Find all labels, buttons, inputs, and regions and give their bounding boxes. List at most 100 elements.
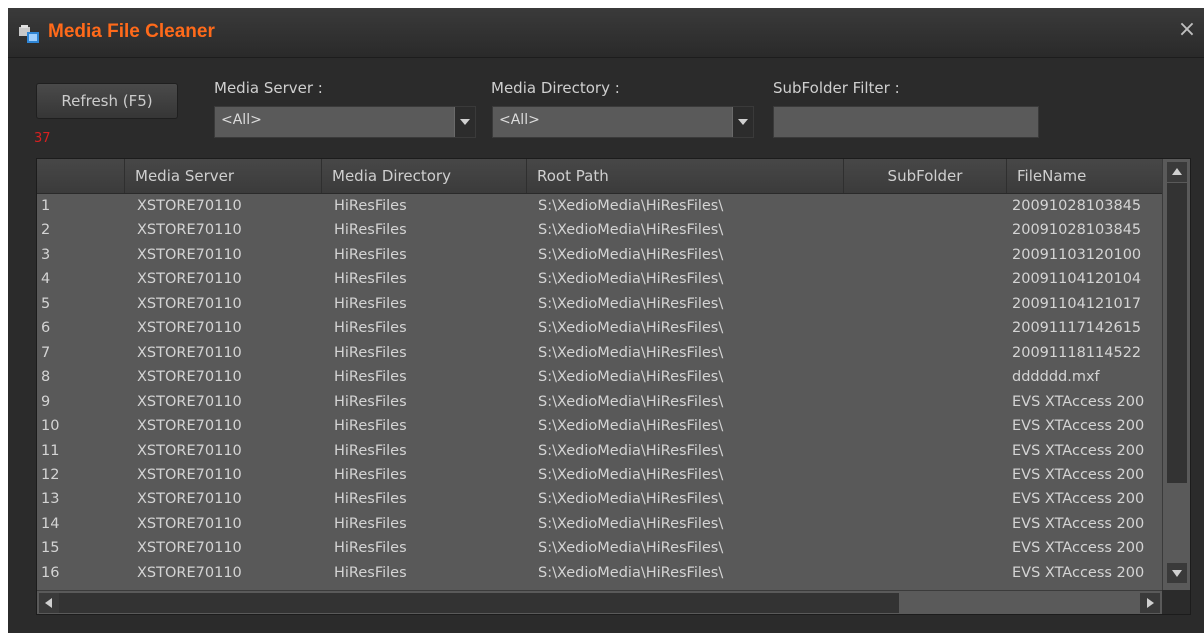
cell-media-server: XSTORE70110 xyxy=(137,271,242,288)
cell-filename: EVS XTAccess 200 xyxy=(1012,442,1145,459)
cell-filename: 20091104120104 xyxy=(1012,271,1142,288)
column-header-filename[interactable]: FileName xyxy=(1007,159,1162,193)
cell-root-path: S:\XedioMedia\HiResFiles\ xyxy=(538,515,724,532)
column-header-media-directory[interactable]: Media Directory xyxy=(322,159,527,193)
cell-root-path: S:\XedioMedia\HiResFiles\ xyxy=(538,442,724,459)
table-row[interactable]: 7 XSTORE70110 HiResFiles S:\XedioMedia\HiRe… xyxy=(37,341,1162,365)
cell-media-server: XSTORE70110 xyxy=(137,564,242,581)
table-row[interactable]: 12 XSTORE70110 HiResFiles S:\XedioMedia\HiR… xyxy=(37,463,1162,487)
cell-subfolder xyxy=(849,341,999,365)
row-number: 6 xyxy=(41,320,51,337)
cell-filename: EVS XTAccess 200 xyxy=(1012,418,1145,435)
cell-media-server: XSTORE70110 xyxy=(137,369,242,386)
table-row[interactable]: 14 XSTORE70110 HiResFiles S:\XedioMedia\HiR… xyxy=(37,512,1162,536)
table-row[interactable]: 10 XSTORE70110 HiResFiles S:\XedioMedia\HiR… xyxy=(37,414,1162,438)
cell-media-directory: HiResFiles xyxy=(334,271,407,288)
cell-media-server: XSTORE70110 xyxy=(137,320,242,337)
column-header-media-server[interactable]: Media Server xyxy=(125,159,322,193)
cell-media-directory: HiResFiles xyxy=(334,442,407,459)
media-directory-label: Media Directory : xyxy=(491,79,620,97)
cell-subfolder xyxy=(849,414,999,438)
cell-root-path: S:\XedioMedia\HiResFiles\ xyxy=(538,540,724,557)
cell-media-directory: HiResFiles xyxy=(334,344,407,361)
cell-subfolder xyxy=(849,512,999,536)
horizontal-scrollbar[interactable] xyxy=(37,590,1162,614)
cell-subfolder xyxy=(849,267,999,291)
refresh-button[interactable]: Refresh (F5) xyxy=(36,83,178,119)
table-row[interactable]: 4 XSTORE70110 HiResFiles S:\XedioMedia\HiRe… xyxy=(37,267,1162,291)
cell-root-path: S:\XedioMedia\HiResFiles\ xyxy=(538,564,724,581)
column-header-row-number[interactable] xyxy=(37,159,125,193)
cell-root-path: S:\XedioMedia\HiResFiles\ xyxy=(538,393,724,410)
chevron-down-icon[interactable] xyxy=(454,107,475,137)
table-row[interactable]: 13 XSTORE70110 HiResFiles S:\XedioMedia\HiR… xyxy=(37,487,1162,511)
cell-subfolder xyxy=(849,292,999,316)
cell-media-server: XSTORE70110 xyxy=(137,442,242,459)
scrollbar-corner xyxy=(1162,590,1190,614)
table-row[interactable]: 11 XSTORE70110 HiResFiles S:\XedioMedia\HiR… xyxy=(37,439,1162,463)
cell-media-directory: HiResFiles xyxy=(334,295,407,312)
cell-subfolder xyxy=(849,390,999,414)
cell-media-server: XSTORE70110 xyxy=(137,515,242,532)
table-row[interactable]: 16 XSTORE70110 HiResFiles S:\XedioMedia\HiR… xyxy=(37,561,1162,585)
table-row[interactable]: 5 XSTORE70110 HiResFiles S:\XedioMedia\HiRe… xyxy=(37,292,1162,316)
row-number: 12 xyxy=(41,466,60,483)
cell-filename: EVS XTAccess 200 xyxy=(1012,393,1145,410)
chevron-down-icon[interactable] xyxy=(732,107,753,137)
cell-media-directory: HiResFiles xyxy=(334,198,407,214)
scroll-up-icon[interactable] xyxy=(1167,162,1187,182)
media-server-value: <All> xyxy=(221,112,262,128)
cell-filename: 20091104121017 xyxy=(1012,295,1142,312)
cell-media-directory: HiResFiles xyxy=(334,466,407,483)
cell-subfolder xyxy=(849,561,999,585)
cell-filename: EVS XTAccess 200 xyxy=(1012,540,1145,557)
vertical-scroll-thumb[interactable] xyxy=(1167,183,1187,483)
horizontal-scroll-thumb[interactable] xyxy=(59,593,899,613)
grid-header: Media Server Media Directory Root Path S… xyxy=(37,159,1162,194)
table-row[interactable]: 8 XSTORE70110 HiResFiles S:\XedioMedia\HiRe… xyxy=(37,365,1162,389)
cell-media-server: XSTORE70110 xyxy=(137,540,242,557)
scroll-left-icon[interactable] xyxy=(39,593,59,613)
cell-subfolder xyxy=(849,439,999,463)
row-number: 9 xyxy=(41,393,51,410)
subfolder-filter-input[interactable] xyxy=(773,106,1039,138)
cell-root-path: S:\XedioMedia\HiResFiles\ xyxy=(538,344,724,361)
cell-subfolder xyxy=(849,243,999,267)
cell-media-server: XSTORE70110 xyxy=(137,222,242,239)
row-number: 3 xyxy=(41,246,51,263)
cell-media-server: XSTORE70110 xyxy=(137,491,242,508)
media-directory-dropdown[interactable]: <All> xyxy=(492,106,754,138)
cell-filename: EVS XTAccess 200 xyxy=(1012,564,1145,581)
table-row[interactable]: 9 XSTORE70110 HiResFiles S:\XedioMedia\HiRe… xyxy=(37,390,1162,414)
table-row[interactable]: 1 XSTORE70110 HiResFiles S:\XedioMedia\HiRe… xyxy=(37,194,1162,218)
cell-media-server: XSTORE70110 xyxy=(137,246,242,263)
table-row[interactable]: 6 XSTORE70110 HiResFiles S:\XedioMedia\HiRe… xyxy=(37,316,1162,340)
column-header-root-path[interactable]: Root Path xyxy=(527,159,844,193)
cell-subfolder xyxy=(849,218,999,242)
table-row[interactable]: 3 XSTORE70110 HiResFiles S:\XedioMedia\HiRe… xyxy=(37,243,1162,267)
cell-filename: 20091028103845 xyxy=(1012,198,1142,214)
row-number: 10 xyxy=(41,418,60,435)
window-title: Media File Cleaner xyxy=(48,21,215,42)
cell-media-server: XSTORE70110 xyxy=(137,344,242,361)
cell-media-directory: HiResFiles xyxy=(334,491,407,508)
cell-media-directory: HiResFiles xyxy=(334,418,407,435)
scroll-right-icon[interactable] xyxy=(1140,593,1160,613)
column-header-subfolder[interactable]: SubFolder xyxy=(844,159,1007,193)
subfolder-filter-label: SubFolder Filter : xyxy=(773,79,900,97)
close-icon[interactable]: × xyxy=(1176,18,1198,42)
scroll-down-icon[interactable] xyxy=(1167,563,1187,583)
cell-root-path: S:\XedioMedia\HiResFiles\ xyxy=(538,466,724,483)
cell-subfolder xyxy=(849,536,999,560)
cell-media-directory: HiResFiles xyxy=(334,393,407,410)
media-cleaner-icon xyxy=(19,25,39,43)
vertical-scrollbar[interactable] xyxy=(1162,159,1190,590)
cell-filename: EVS XTAccess 200 xyxy=(1012,466,1145,483)
title-bar[interactable]: Media File Cleaner × xyxy=(8,8,1204,58)
table-row[interactable]: 2 XSTORE70110 HiResFiles S:\XedioMedia\HiRe… xyxy=(37,218,1162,242)
media-server-dropdown[interactable]: <All> xyxy=(214,106,476,138)
cell-subfolder xyxy=(849,463,999,487)
cell-filename: EVS XTAccess 200 xyxy=(1012,515,1145,532)
cell-media-directory: HiResFiles xyxy=(334,564,407,581)
table-row[interactable]: 15 XSTORE70110 HiResFiles S:\XedioMedia\HiR… xyxy=(37,536,1162,560)
